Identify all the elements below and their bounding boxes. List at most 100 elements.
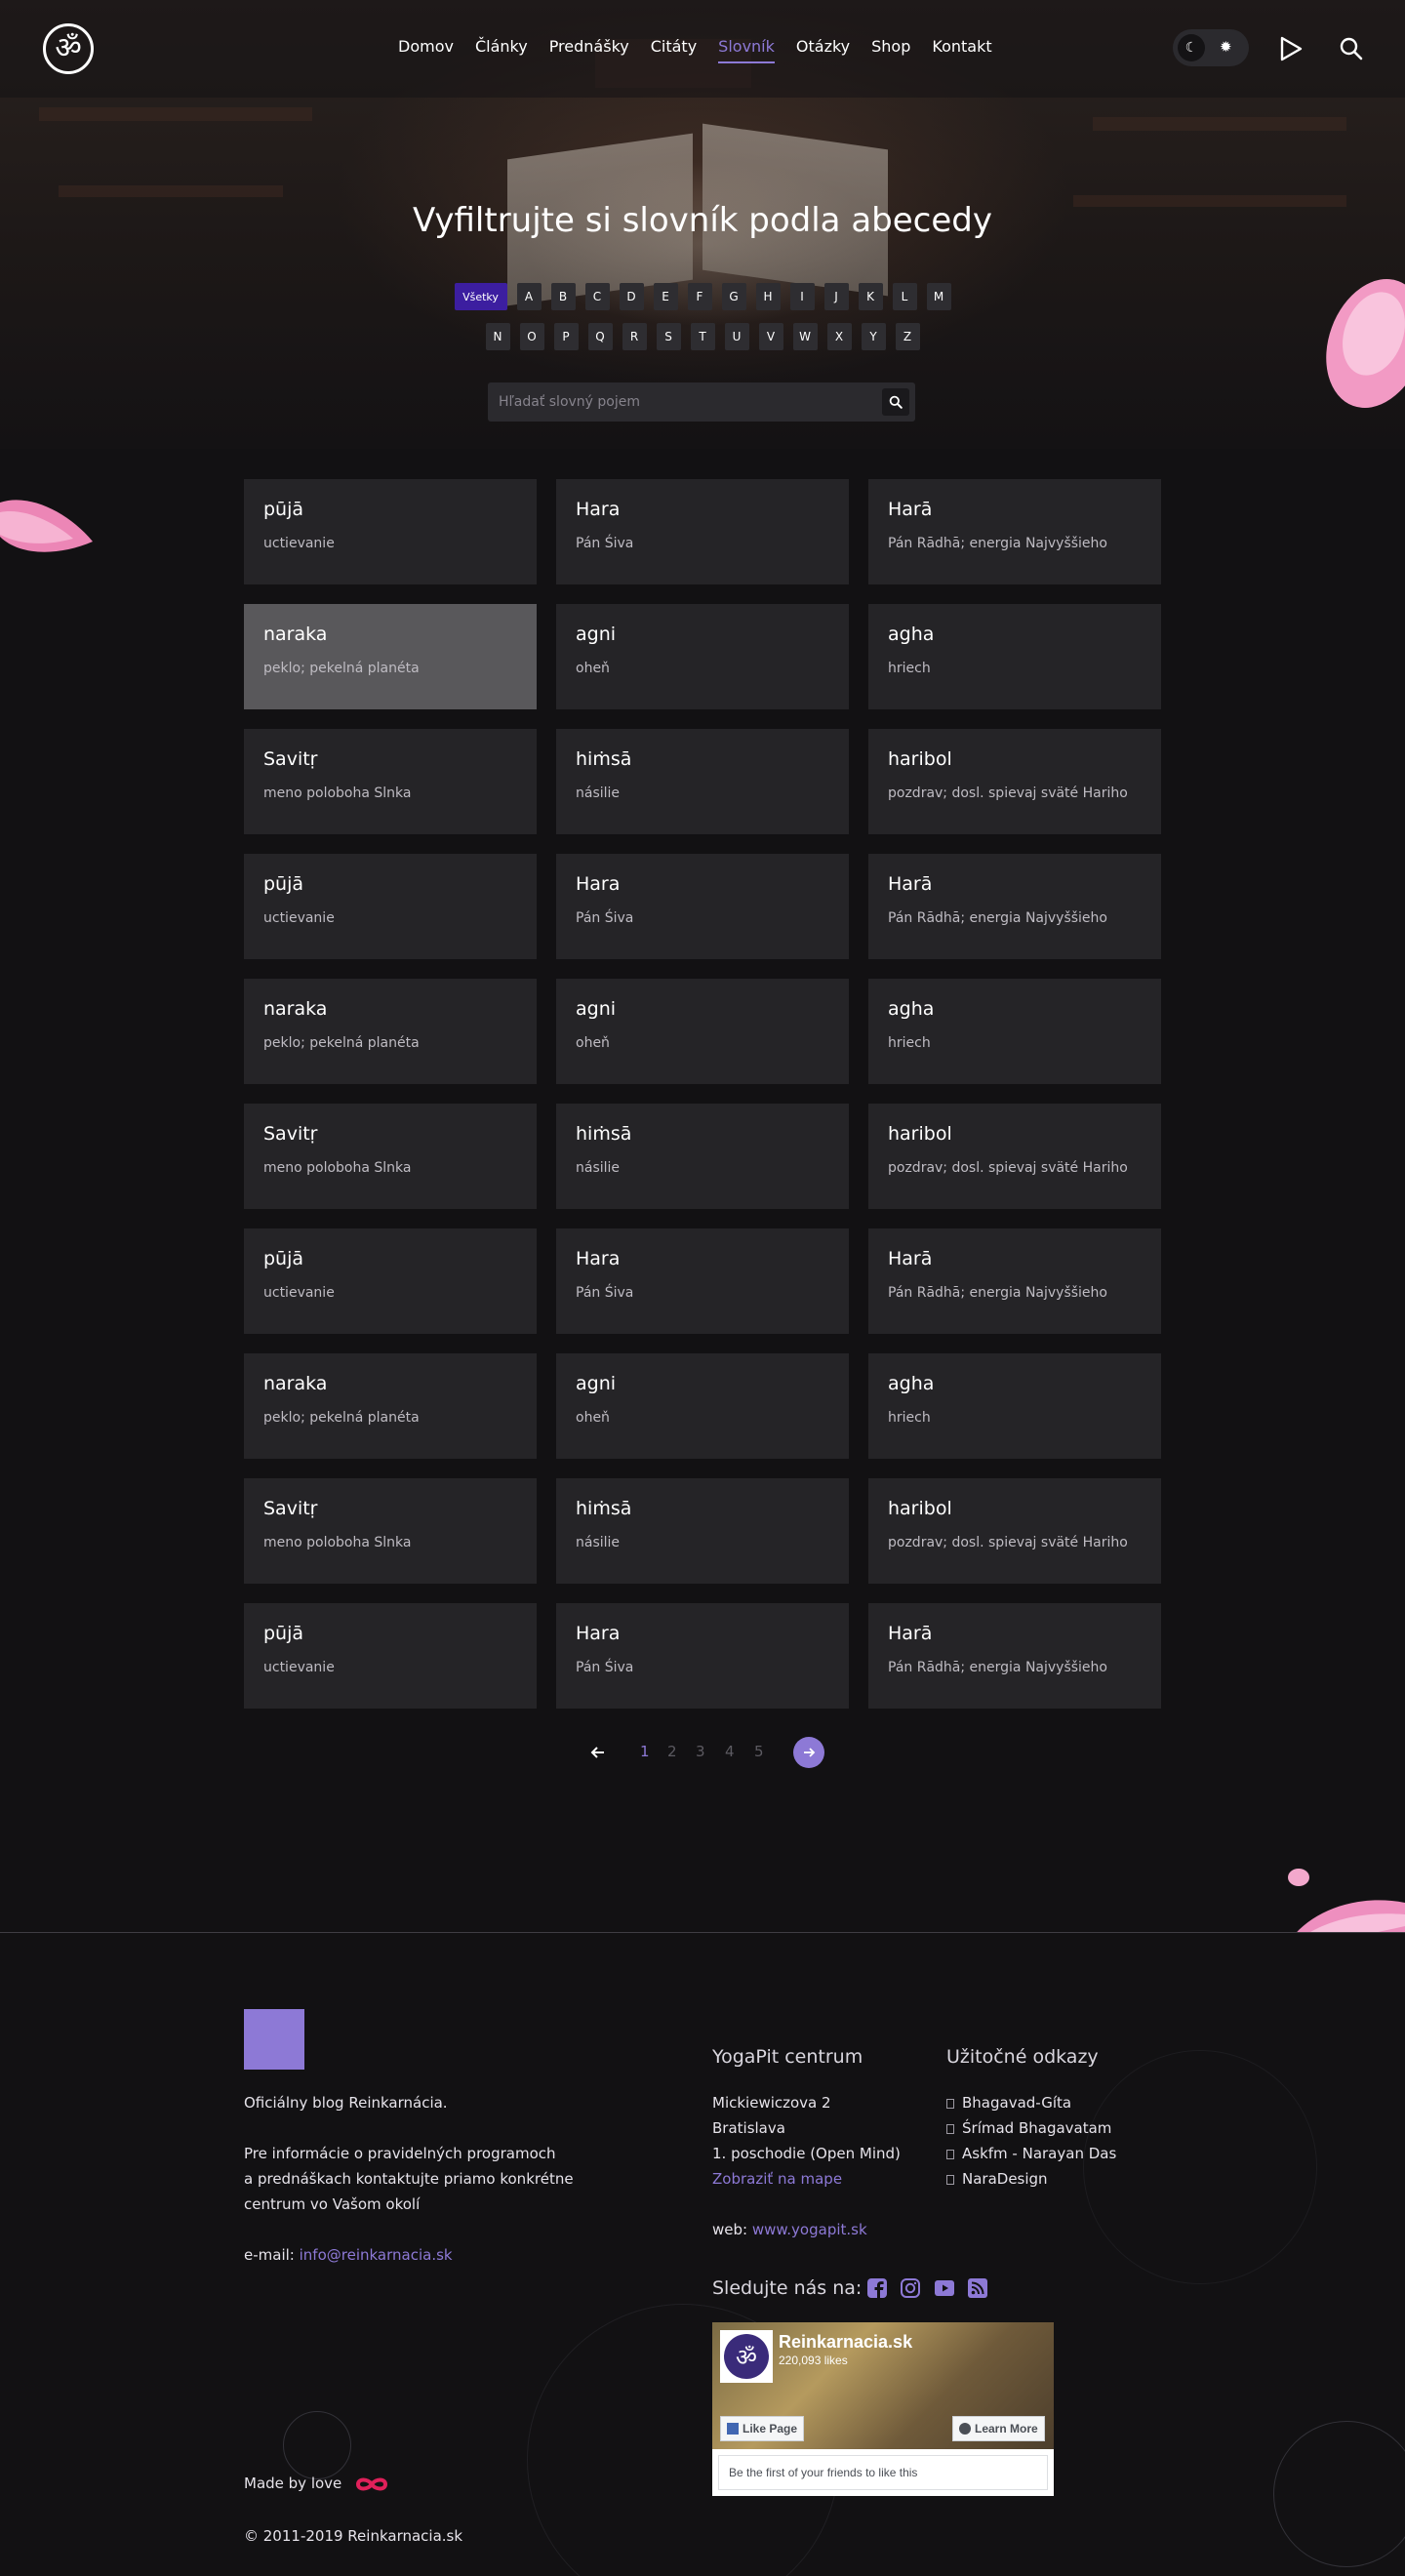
page-number[interactable]: 2 <box>667 1743 677 1760</box>
useful-links: Bhagavad-Gíta Śrímad Bhagavatam Askfm - … <box>946 2090 1116 2192</box>
filter-letter[interactable]: G <box>721 283 746 310</box>
nav-kontakt[interactable]: Kontakt <box>932 37 991 56</box>
glossary-card[interactable]: hiṁsā násilie <box>556 1104 849 1209</box>
useful-link-item[interactable]: NaraDesign <box>946 2166 1116 2192</box>
filter-letter[interactable]: N <box>485 323 510 350</box>
filter-letter[interactable]: Z <box>895 323 920 350</box>
youtube-icon[interactable] <box>934 2277 955 2299</box>
play-icon[interactable] <box>1278 35 1304 62</box>
glossary-card[interactable]: Hara Pán Śiva <box>556 1228 849 1334</box>
search-icon[interactable] <box>1339 35 1364 62</box>
filter-letter[interactable]: S <box>656 323 681 350</box>
filter-letter[interactable]: V <box>758 323 783 350</box>
glossary-card[interactable]: pūjā uctievanie <box>244 1228 537 1334</box>
page-number[interactable]: 3 <box>696 1743 705 1760</box>
center-address: Bratislava <box>712 2119 785 2137</box>
filter-letter[interactable]: K <box>858 283 883 310</box>
glossary-card[interactable]: naraka peklo; pekelná planéta <box>244 1353 537 1459</box>
useful-link-label: Śrímad Bhagavatam <box>962 2119 1112 2137</box>
facebook-page-widget[interactable]: ॐ Reinkarnacia.sk 220,093 likes Like Pag… <box>712 2322 1054 2496</box>
glossary-card[interactable]: agha hriech <box>868 604 1161 709</box>
glossary-card[interactable]: Harā Pán Rādhā; energia Najvyššieho <box>868 479 1161 584</box>
filter-letter[interactable]: C <box>584 283 610 310</box>
glossary-card[interactable]: pūjā uctievanie <box>244 854 537 959</box>
om-logo-icon[interactable]: ॐ <box>43 23 94 74</box>
glossary-card[interactable]: agni oheň <box>556 604 849 709</box>
glossary-card[interactable]: Savitṛ meno poloboha Slnka <box>244 1104 537 1209</box>
page-number[interactable]: 4 <box>725 1743 735 1760</box>
search-input[interactable] <box>488 382 868 422</box>
glossary-card[interactable]: Harā Pán Rādhā; energia Najvyššieho <box>868 1603 1161 1709</box>
filter-letter[interactable]: O <box>519 323 544 350</box>
glossary-card[interactable]: pūjā uctievanie <box>244 1603 537 1709</box>
glossary-card[interactable]: naraka peklo; pekelná planéta <box>244 979 537 1084</box>
theme-toggle[interactable]: ☾ ✹ <box>1173 29 1249 66</box>
glossary-card[interactable]: haribol pozdrav; dosl. spievaj sväté Hari… <box>868 729 1161 834</box>
useful-link-item[interactable]: Askfm - Narayan Das <box>946 2141 1116 2166</box>
glossary-card[interactable]: Hara Pán Śiva <box>556 1603 849 1709</box>
next-page-button[interactable] <box>793 1737 824 1768</box>
filter-letter[interactable]: T <box>690 323 715 350</box>
nav-citaty[interactable]: Citáty <box>651 37 697 56</box>
nav-prednasky[interactable]: Prednášky <box>549 37 629 56</box>
glossary-card[interactable]: Harā Pán Rādhā; energia Najvyššieho <box>868 1228 1161 1334</box>
instagram-icon[interactable] <box>900 2277 921 2299</box>
glossary-card[interactable]: agha hriech <box>868 979 1161 1084</box>
nav-domov[interactable]: Domov <box>398 37 454 56</box>
filter-letter[interactable]: U <box>724 323 749 350</box>
glossary-card[interactable]: Hara Pán Śiva <box>556 854 849 959</box>
glossary-card[interactable]: Harā Pán Rādhā; energia Najvyššieho <box>868 854 1161 959</box>
arrow-left-icon[interactable] <box>588 1743 608 1762</box>
external-link-icon <box>946 2149 954 2159</box>
filter-letter[interactable]: X <box>826 323 852 350</box>
filter-letter[interactable]: H <box>755 283 781 310</box>
web-link[interactable]: www.yogapit.sk <box>752 2221 867 2238</box>
filter-letter[interactable]: E <box>653 283 678 310</box>
glossary-card[interactable]: hiṁsā násilie <box>556 729 849 834</box>
glossary-card[interactable]: pūjā uctievanie <box>244 479 537 584</box>
glossary-card[interactable]: Hara Pán Śiva <box>556 479 849 584</box>
search-submit-button[interactable] <box>882 388 909 416</box>
glossary-card[interactable]: hiṁsā násilie <box>556 1478 849 1584</box>
filter-letter[interactable]: L <box>892 283 917 310</box>
useful-link-item[interactable]: Śrímad Bhagavatam <box>946 2115 1116 2141</box>
filter-letter[interactable]: P <box>553 323 579 350</box>
filter-letter[interactable]: B <box>550 283 576 310</box>
fb-learn-more-button[interactable]: Learn More <box>952 2416 1045 2441</box>
filter-letter[interactable]: A <box>516 283 542 310</box>
filter-letter[interactable]: Q <box>587 323 613 350</box>
filter-letter[interactable]: Y <box>861 323 886 350</box>
filter-all-button[interactable]: Všetky <box>454 283 507 310</box>
filter-letter[interactable]: M <box>926 283 951 310</box>
rss-icon[interactable] <box>967 2277 988 2299</box>
filter-letter[interactable]: F <box>687 283 712 310</box>
fb-learn-more-label: Learn More <box>975 2422 1038 2435</box>
filter-letter[interactable]: D <box>619 283 644 310</box>
email-link[interactable]: info@reinkarnacia.sk <box>300 2246 453 2264</box>
fb-like-page-button[interactable]: Like Page <box>720 2416 805 2441</box>
glossary-card[interactable]: naraka peklo; pekelná planéta <box>244 604 537 709</box>
fb-page-name[interactable]: Reinkarnacia.sk <box>779 2332 912 2353</box>
page-number[interactable]: 5 <box>754 1743 764 1760</box>
map-link[interactable]: Zobraziť na mape <box>712 2166 842 2192</box>
glossary-card[interactable]: agha hriech <box>868 1353 1161 1459</box>
pagination: 1 2 3 4 5 <box>0 1737 1405 1768</box>
filter-letter[interactable]: W <box>792 323 818 350</box>
glossary-card[interactable]: Savitṛ meno poloboha Slnka <box>244 1478 537 1584</box>
glossary-card[interactable]: haribol pozdrav; dosl. spievaj sväté Hari… <box>868 1104 1161 1209</box>
nav-slovnik[interactable]: Slovník <box>718 37 775 63</box>
filter-letter[interactable]: R <box>622 323 647 350</box>
glossary-definition: meno poloboha Slnka <box>263 1535 412 1550</box>
useful-link-item[interactable]: Bhagavad-Gíta <box>946 2090 1116 2115</box>
nav-clanky[interactable]: Články <box>475 37 528 56</box>
glossary-card[interactable]: Savitṛ meno poloboha Slnka <box>244 729 537 834</box>
filter-letter[interactable]: I <box>789 283 815 310</box>
page-number[interactable]: 1 <box>640 1743 650 1760</box>
glossary-card[interactable]: agni oheň <box>556 1353 849 1459</box>
glossary-card[interactable]: agni oheň <box>556 979 849 1084</box>
nav-shop[interactable]: Shop <box>871 37 910 56</box>
glossary-card[interactable]: haribol pozdrav; dosl. spievaj sväté Hari… <box>868 1478 1161 1584</box>
facebook-icon[interactable] <box>866 2277 888 2299</box>
filter-letter[interactable]: J <box>823 283 849 310</box>
nav-otazky[interactable]: Otázky <box>796 37 850 56</box>
